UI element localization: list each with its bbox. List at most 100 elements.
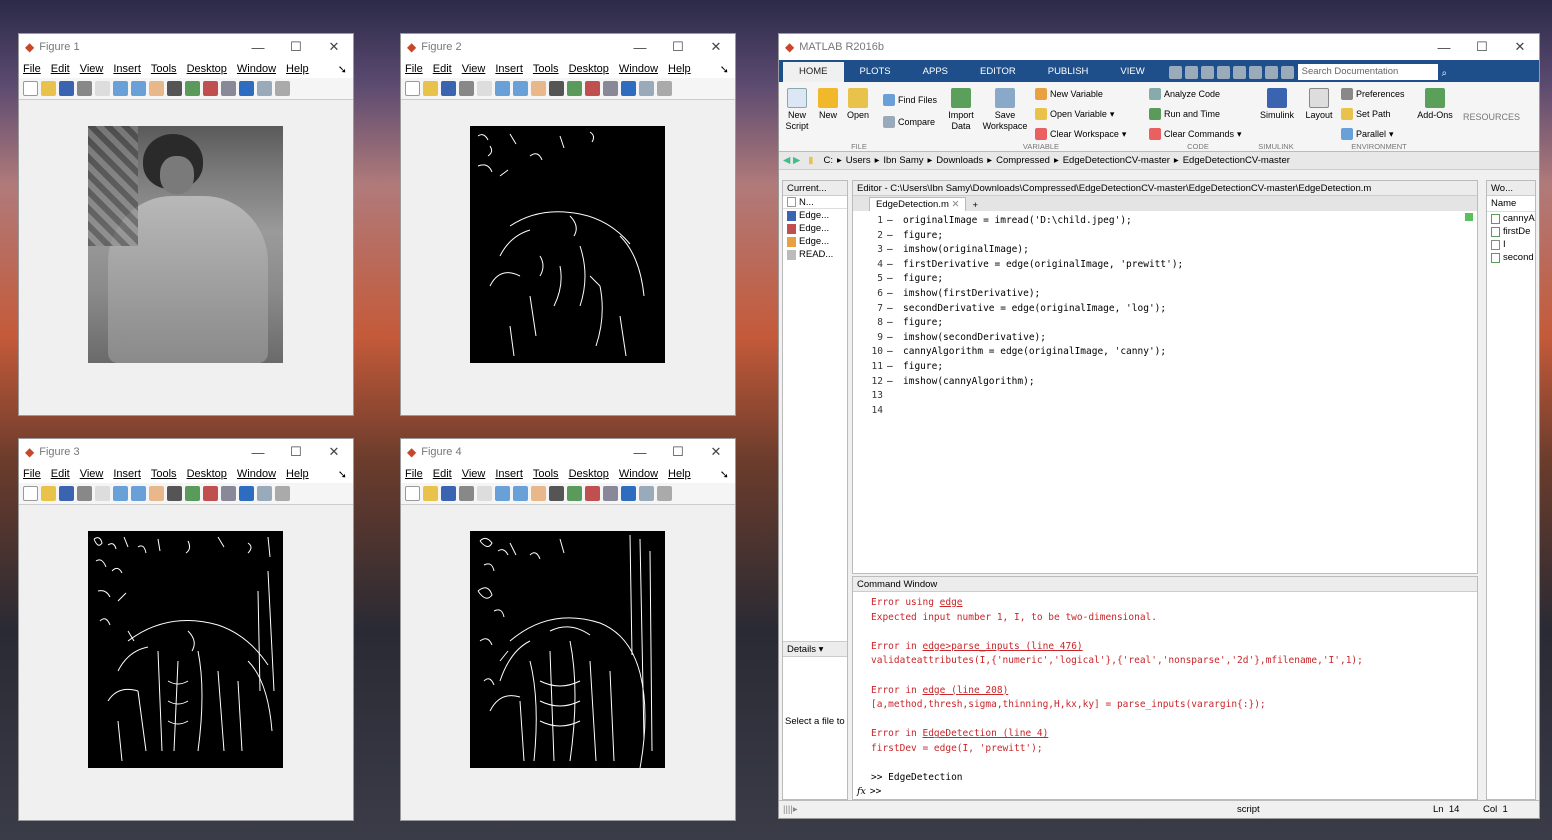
error-link[interactable]: edge>parse_inputs [922,641,1019,652]
list-item[interactable]: cannyA [1487,212,1535,225]
rotate-icon[interactable] [167,81,182,96]
list-item[interactable]: second [1487,251,1535,264]
editor-header[interactable]: Editor - C:\Users\Ibn Samy\Downloads\Com… [853,181,1477,196]
open-file-icon[interactable] [41,486,56,501]
add-ons-button[interactable]: Add-Ons [1415,88,1455,121]
workspace-column-header[interactable]: Name [1487,196,1535,212]
zoom-out-icon[interactable] [513,81,528,96]
function-browser-icon[interactable]: fx [857,786,866,797]
minimize-button[interactable]: — [239,445,277,460]
path-segment[interactable]: Downloads [936,155,983,166]
list-item[interactable]: READ... [783,248,847,261]
tab-view[interactable]: VIEW [1104,62,1160,82]
list-item[interactable]: firstDe [1487,225,1535,238]
tab-edgedetection-m[interactable]: EdgeDetection.m ✕ [869,197,967,211]
menu-overflow-icon[interactable]: ➘ [338,468,347,481]
data-cursor-icon[interactable] [185,81,200,96]
command-window-header[interactable]: Command Window [853,577,1477,592]
path-segment[interactable]: C: [824,155,834,166]
breakpoint-marker[interactable]: – [887,361,893,372]
data-cursor-icon[interactable] [567,81,582,96]
hide-plot-tools-icon[interactable] [657,81,672,96]
search-documentation-input[interactable]: Search Documentation [1297,64,1438,80]
menu-view[interactable]: View [462,468,486,480]
legend-icon[interactable] [639,81,654,96]
zoom-out-icon[interactable] [131,486,146,501]
clear-workspace-button[interactable]: Clear Workspace ▾ [1035,128,1126,140]
hide-plot-tools-icon[interactable] [657,486,672,501]
breakpoint-marker[interactable]: – [887,303,893,314]
path-segment[interactable]: Compressed [996,155,1050,166]
pointer-icon[interactable] [95,486,110,501]
current-folder-address-bar[interactable]: ◀ ▶ ▮ C: ▸ Users ▸ Ibn Samy ▸ Downloads ▸ Co… [779,152,1539,170]
clear-commands-button[interactable]: Clear Commands ▾ [1149,128,1242,140]
new-variable-button[interactable]: New Variable [1035,88,1103,100]
save-icon[interactable] [59,81,74,96]
back-forward-icon[interactable]: ◀ ▶ [783,155,800,166]
path-segment[interactable]: Ibn Samy [883,155,923,166]
menu-help[interactable]: Help [668,63,691,75]
breakpoint-marker[interactable]: – [887,230,893,241]
current-folder-header[interactable]: Current... [783,181,847,196]
tab-editor[interactable]: EDITOR [964,62,1032,82]
menu-overflow-icon[interactable]: ➘ [720,468,729,481]
colorbar-icon[interactable] [239,486,254,501]
new-tab-button[interactable]: + [966,200,984,211]
figure-1-window[interactable]: ◆ Figure 1 — ☐ ✕ File Edit View Insert T… [18,33,354,416]
workspace-header[interactable]: Wo... [1487,181,1535,196]
close-button[interactable]: ✕ [697,39,735,55]
brush-icon[interactable] [203,486,218,501]
link-icon[interactable] [221,81,236,96]
brush-icon[interactable] [203,81,218,96]
menu-view[interactable]: View [80,63,104,75]
menu-edit[interactable]: Edit [433,63,452,75]
hide-plot-tools-icon[interactable] [275,81,290,96]
quick-cut-icon[interactable] [1184,65,1198,79]
open-file-icon[interactable] [423,81,438,96]
code-line[interactable]: 1– originalImage = imread('D:\child.jpeg'… [853,215,1477,229]
breakpoint-marker[interactable]: – [887,259,893,270]
menu-file[interactable]: File [405,468,423,480]
menu-insert[interactable]: Insert [113,63,141,75]
minimize-button[interactable]: — [239,40,277,55]
breakpoint-marker[interactable]: – [887,273,893,284]
link-icon[interactable] [221,486,236,501]
breakpoint-marker[interactable]: – [887,288,893,299]
brush-icon[interactable] [585,81,600,96]
save-icon[interactable] [59,486,74,501]
breakpoint-marker[interactable]: – [887,317,893,328]
simulink-button[interactable]: Simulink [1257,88,1297,121]
close-button[interactable]: ✕ [697,444,735,460]
maximize-button[interactable]: ☐ [277,444,315,460]
code-line[interactable]: 13 [853,390,1477,404]
figure-3-window[interactable]: ◆ Figure 3 — ☐ ✕ File Edit View Insert T… [18,438,354,821]
quick-switch-windows-icon[interactable] [1264,65,1278,79]
tab-publish[interactable]: PUBLISH [1032,62,1105,82]
pan-icon[interactable] [149,81,164,96]
legend-icon[interactable] [257,81,272,96]
list-item[interactable]: Edge... [783,222,847,235]
code-line[interactable]: 9– imshow(secondDerivative); [853,332,1477,346]
path-segment[interactable]: Users [846,155,871,166]
error-location[interactable]: (line 4) [997,728,1049,739]
menu-desktop[interactable]: Desktop [569,468,609,480]
menu-desktop[interactable]: Desktop [187,468,227,480]
quick-redo-icon[interactable] [1248,65,1262,79]
minimize-button[interactable]: — [621,40,659,55]
new-figure-icon[interactable] [405,486,420,501]
figure-4-titlebar[interactable]: ◆ Figure 4 — ☐ ✕ [401,439,735,465]
tab-home[interactable]: HOME [783,62,844,82]
new-figure-icon[interactable] [405,81,420,96]
pan-icon[interactable] [531,81,546,96]
data-cursor-icon[interactable] [185,486,200,501]
list-item[interactable]: I [1487,238,1535,251]
details-header[interactable]: Details ▾ [783,641,847,657]
error-location[interactable]: (line 476) [1020,641,1082,652]
tab-apps[interactable]: APPS [907,62,964,82]
data-cursor-icon[interactable] [567,486,582,501]
menu-help[interactable]: Help [668,468,691,480]
code-line[interactable]: 11– figure; [853,361,1477,375]
save-icon[interactable] [441,81,456,96]
zoom-in-icon[interactable] [495,81,510,96]
error-link[interactable]: EdgeDetection [922,728,996,739]
